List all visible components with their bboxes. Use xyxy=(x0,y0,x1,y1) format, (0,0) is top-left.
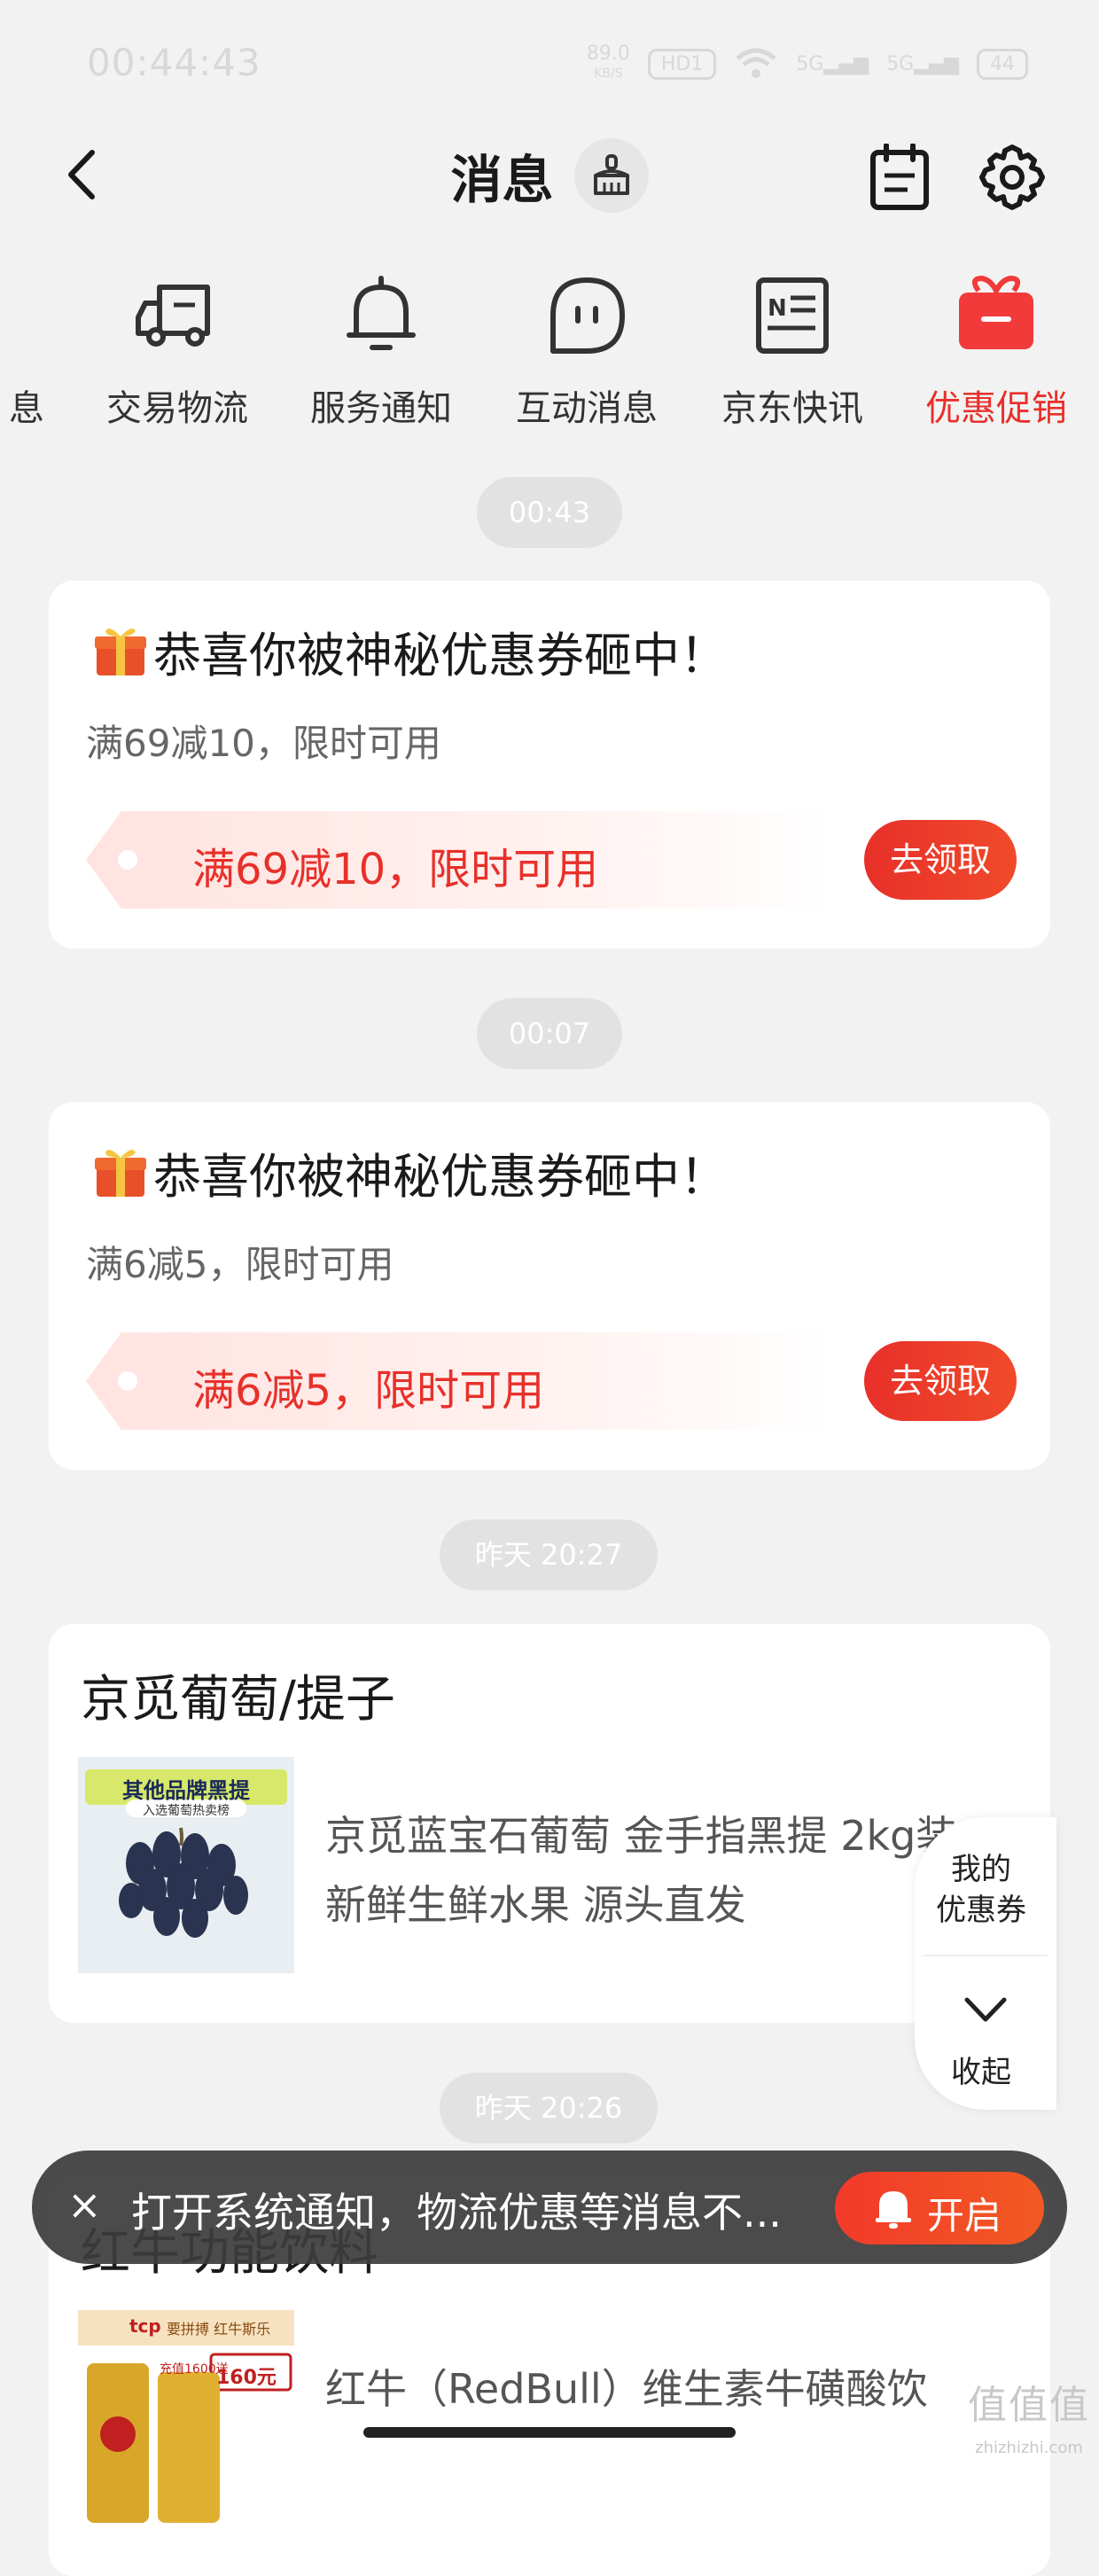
my-coupons-label-1: 我的 xyxy=(951,1852,1011,1887)
tab-label: 互动消息 xyxy=(516,388,658,429)
close-icon[interactable]: × xyxy=(67,2181,102,2229)
enable-label: 开启 xyxy=(927,2194,1002,2237)
battery-icon: 44 xyxy=(977,48,1028,80)
gift-icon xyxy=(959,275,1033,349)
tab-trade-logistics[interactable]: 交易物流 xyxy=(89,257,266,431)
timestamp-pill: 昨天 20:27 xyxy=(440,1519,658,1590)
title-wrap: 消息 xyxy=(0,138,1099,213)
settings-button[interactable] xyxy=(978,144,1046,211)
page-title: 消息 xyxy=(450,150,554,210)
product-title: 京觅葡萄/提子 xyxy=(81,1671,395,1729)
coupon-band: 满69减10，限时可用 xyxy=(86,811,830,909)
toast-text: 打开系统通知，物流优惠等消息不... xyxy=(131,2189,782,2236)
tab-promotions[interactable]: 优惠促销 xyxy=(908,257,1085,431)
wifi-icon xyxy=(736,48,777,78)
redbull-image xyxy=(78,2310,294,2526)
coupon-subtitle: 满6减5，限时可用 xyxy=(86,1243,394,1286)
svg-text:N: N xyxy=(768,295,787,322)
coupon-title: 恭喜你被神秘优惠券砸中！ xyxy=(93,1137,728,1207)
tab-label: 京东快讯 xyxy=(721,388,863,429)
timestamp-pill: 00:07 xyxy=(477,998,622,1069)
my-coupons-button[interactable]: 我的 优惠券 xyxy=(915,1849,1048,1931)
gear-icon xyxy=(979,144,1045,210)
image-sub: 入选葡萄热卖榜 xyxy=(143,1804,230,1818)
timestamp-pill: 00:43 xyxy=(477,477,622,548)
bell-icon xyxy=(347,276,416,350)
band-dot xyxy=(118,1371,137,1391)
calendar-button[interactable] xyxy=(869,143,931,211)
coupon-card[interactable]: 恭喜你被神秘优惠券砸中！ 满69减10，限时可用 满69减10，限时可用 去领取 xyxy=(49,581,1050,948)
signal-sim1-icon: 5G▂▄▆ xyxy=(796,52,869,75)
product-image[interactable]: tcp 要拼搏 红牛斯乐 充值1600送 160元 xyxy=(78,2310,294,2526)
my-coupons-label-2: 优惠券 xyxy=(936,1893,1026,1928)
watermark-chars: 值值值 xyxy=(968,2383,1090,2428)
bell-icon xyxy=(876,2191,911,2229)
tab-label: 优惠促销 xyxy=(925,388,1067,429)
image-banner: 其他品牌黑提 xyxy=(122,1778,250,1803)
coupon-subtitle: 满69减10，限时可用 xyxy=(86,722,441,765)
calendar-icon xyxy=(870,143,929,210)
hd-badge: HD1 xyxy=(647,48,717,80)
clean-button[interactable] xyxy=(573,138,649,213)
product-image[interactable]: 其他品牌黑提 入选葡萄热卖榜 xyxy=(78,1757,294,1973)
sim1-label: 5G xyxy=(796,52,824,75)
watermark-url: zhizhizhi.com xyxy=(975,2439,1083,2457)
tab-label: 服务通知 xyxy=(310,388,452,429)
notification-toast: × 打开系统通知，物流优惠等消息不... 开启 xyxy=(32,2151,1067,2264)
timestamp-pill: 昨天 20:26 xyxy=(440,2073,658,2143)
tab-label: 交易物流 xyxy=(106,388,248,429)
divider xyxy=(924,1955,1048,1956)
band-dot xyxy=(118,850,137,870)
broom-icon xyxy=(593,154,629,195)
coupon-band-text: 满69减10，限时可用 xyxy=(192,845,599,894)
tab-interaction[interactable]: 互动消息 xyxy=(498,257,675,431)
category-tabs: 息 交易物流 服务通知 互动消息 N 京东快讯 优惠促销 xyxy=(0,257,1099,434)
status-bar: 00:44:43 89.0 KB/S HD1 5G▂▄▆ 5G▂▄▆ 44 xyxy=(0,0,1099,124)
coupon-title-text: 恭喜你被神秘优惠券砸中！ xyxy=(153,628,728,683)
product-desc: 红牛（RedBull）维生素牛磺酸饮 xyxy=(325,2365,928,2413)
home-indicator[interactable] xyxy=(363,2427,736,2438)
enable-notifications-button[interactable]: 开启 xyxy=(835,2172,1044,2244)
net-speed-value: 89.0 xyxy=(586,43,630,65)
coupon-title: 恭喜你被神秘优惠券砸中！ xyxy=(93,616,728,686)
net-speed: 89.0 KB/S xyxy=(587,44,630,83)
tab-partial[interactable]: 息 xyxy=(0,379,44,431)
gift-emoji-icon xyxy=(95,628,146,675)
product-desc: 京觅蓝宝石葡萄 金手指黑提 2kg装 新鲜生鲜水果 源头直发 xyxy=(325,1812,957,1929)
news-icon: N xyxy=(756,277,829,354)
product-card[interactable]: 京觅葡萄/提子 其他品牌黑提 入选葡萄热卖榜 京觅蓝宝石葡萄 金手指黑提 2kg… xyxy=(49,1624,1050,2023)
claim-button[interactable]: 去领取 xyxy=(864,820,1017,900)
collapse-button[interactable]: 收起 xyxy=(915,2048,1048,2091)
claim-button[interactable]: 去领取 xyxy=(864,1341,1017,1421)
net-speed-unit: KB/S xyxy=(594,66,623,81)
chevron-down-icon[interactable] xyxy=(963,1994,1008,2025)
coupon-card[interactable]: 恭喜你被神秘优惠券砸中！ 满6减5，限时可用 满6减5，限时可用 去领取 xyxy=(49,1102,1050,1470)
image-logo: tcp xyxy=(129,2315,161,2337)
sim2-label: 5G xyxy=(886,52,915,75)
tab-jd-news[interactable]: N 京东快讯 xyxy=(704,257,881,431)
signal-sim2-icon: 5G▂▄▆ xyxy=(886,52,959,75)
image-banner: 要拼搏 红牛斯乐 xyxy=(167,2321,271,2338)
gift-emoji-icon xyxy=(95,1150,146,1197)
header: 消息 xyxy=(0,124,1099,230)
image-price: 160元 xyxy=(216,2367,277,2389)
tab-service-notice[interactable]: 服务通知 xyxy=(292,257,470,431)
coupon-title-text: 恭喜你被神秘优惠券砸中！ xyxy=(153,1149,728,1205)
coupon-band-text: 满6减5，限时可用 xyxy=(192,1366,545,1416)
floating-panel: 我的 优惠券 收起 xyxy=(915,1817,1056,2110)
truck-icon xyxy=(136,285,210,347)
status-time: 00:44:43 xyxy=(87,41,261,84)
status-icons: 89.0 KB/S HD1 5G▂▄▆ 5G▂▄▆ 44 xyxy=(587,44,1028,83)
chat-icon xyxy=(550,277,625,354)
coupon-band: 满6减5，限时可用 xyxy=(86,1332,830,1430)
